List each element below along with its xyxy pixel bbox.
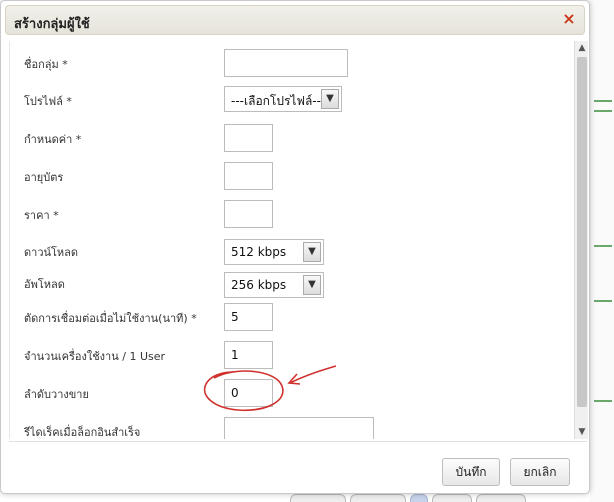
background-mark (594, 110, 612, 112)
chevron-down-icon[interactable]: ▼ (303, 275, 321, 295)
form-row-validity: อายุบัตร (10, 162, 570, 192)
form-row-profile: โปรไฟล์ * ---เลือกโปรไฟล์--- ▼ (10, 85, 570, 115)
background-tab (476, 494, 526, 502)
dialog-title: สร้างกลุ่มผู้ใช้ (14, 17, 90, 32)
download-select[interactable]: 512 kbps ▼ (224, 239, 324, 265)
background-mark (594, 245, 612, 247)
profile-selected: ---เลือกโปรไฟล์--- (231, 94, 326, 108)
form-row-duration: กำหนดค่า * (10, 124, 570, 154)
duration-label: กำหนดค่า * (24, 133, 82, 146)
background-tab (432, 494, 472, 502)
background-tab (410, 494, 428, 502)
background-page-right (590, 0, 614, 502)
price-input[interactable] (224, 200, 273, 228)
scrollbar-thumb[interactable] (577, 57, 587, 407)
group-name-label: ชื่อกลุ่ม * (24, 58, 68, 71)
devices-label: จำนวนเครื่องใช้งาน / 1 User (24, 350, 166, 363)
form-row-sort-order: ลำดับวางขาย 0 (10, 379, 570, 409)
create-group-dialog: สร้างกลุ่มผู้ใช้ × ชื่อกลุ่ม * โปรไฟล์ *… (0, 0, 590, 494)
redirect-input[interactable] (224, 417, 374, 439)
background-mark (594, 100, 612, 102)
form-row-idle-timeout: ตัดการเชื่อมต่อเมื่อไม่ใช้งาน(นาที) * 5 (10, 303, 570, 333)
background-tab (290, 494, 346, 502)
idle-timeout-input[interactable]: 5 (224, 303, 273, 331)
group-name-input[interactable] (224, 49, 348, 77)
dialog-footer: บันทึก ยกเลิก (9, 441, 587, 491)
form-row-devices: จำนวนเครื่องใช้งาน / 1 User 1 (10, 341, 570, 371)
validity-label: อายุบัตร (24, 171, 64, 184)
dialog-titlebar: สร้างกลุ่มผู้ใช้ × (5, 5, 585, 35)
form-row-download: ดาวน์โหลด 512 kbps ▼ (10, 238, 570, 268)
redirect-label: รีไดเร็คเมื่อล็อกอินสำเร็จ (24, 426, 141, 439)
upload-selected: 256 kbps (231, 278, 287, 292)
price-label: ราคา * (24, 209, 59, 222)
scroll-down-icon[interactable]: ▼ (575, 425, 589, 439)
duration-input[interactable] (224, 124, 273, 152)
dialog-scrollbar[interactable]: ▲ ▼ (574, 41, 588, 439)
form-row-group-name: ชื่อกลุ่ม * (10, 49, 570, 79)
form-row-price: ราคา * (10, 200, 570, 230)
scroll-up-icon[interactable]: ▲ (575, 41, 589, 55)
profile-label: โปรไฟล์ * (24, 95, 72, 108)
form-row-redirect: รีไดเร็คเมื่อล็อกอินสำเร็จ (10, 417, 570, 439)
chevron-down-icon[interactable]: ▼ (303, 242, 321, 262)
sort-order-input[interactable]: 0 (224, 379, 273, 407)
chevron-down-icon[interactable]: ▼ (321, 89, 339, 109)
download-selected: 512 kbps (231, 245, 287, 259)
idle-timeout-label: ตัดการเชื่อมต่อเมื่อไม่ใช้งาน(นาที) * (24, 312, 197, 325)
cancel-button[interactable]: ยกเลิก (510, 458, 570, 486)
download-label: ดาวน์โหลด (24, 246, 79, 259)
background-tabs (290, 494, 526, 502)
devices-input[interactable]: 1 (224, 341, 273, 369)
upload-select[interactable]: 256 kbps ▼ (224, 272, 324, 298)
upload-label: อัพโหลด (24, 278, 65, 291)
dialog-form: ชื่อกลุ่ม * โปรไฟล์ * ---เลือกโปรไฟล์---… (9, 41, 574, 439)
background-tab (350, 494, 406, 502)
form-row-upload: อัพโหลด 256 kbps ▼ (10, 270, 570, 300)
background-mark (594, 300, 612, 302)
sort-order-label: ลำดับวางขาย (24, 388, 89, 401)
profile-select[interactable]: ---เลือกโปรไฟล์--- ▼ (224, 86, 342, 112)
save-button[interactable]: บันทึก (442, 458, 500, 486)
validity-input[interactable] (224, 162, 273, 190)
background-mark (594, 400, 612, 402)
close-icon[interactable]: × (561, 11, 577, 27)
